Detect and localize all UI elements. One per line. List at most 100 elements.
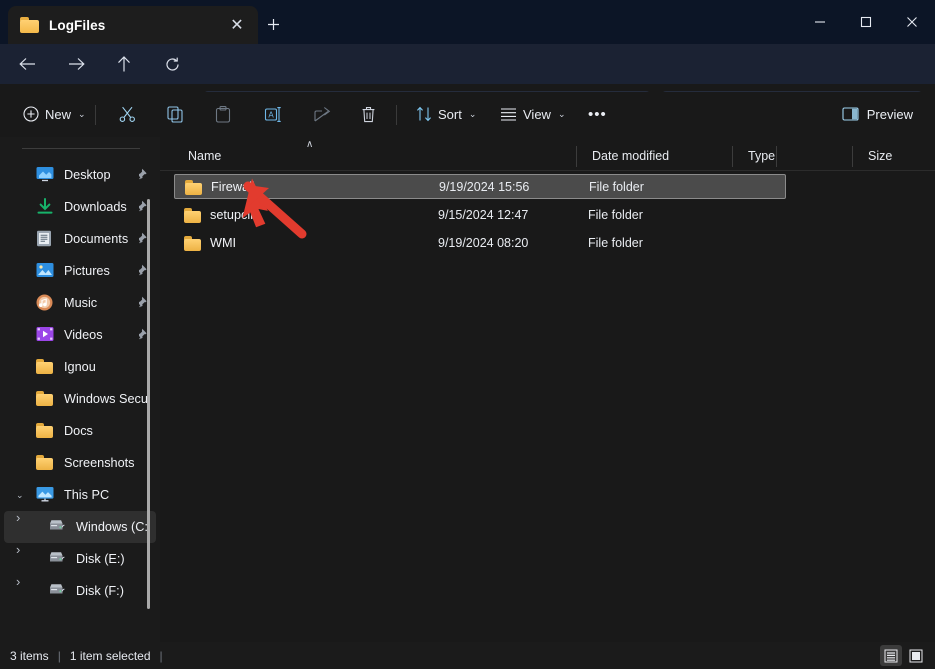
- delete-button[interactable]: [354, 98, 383, 130]
- details-view-toggle[interactable]: [880, 645, 902, 666]
- sidebar-item-label: Downloads: [64, 200, 139, 214]
- paste-button[interactable]: [208, 98, 238, 130]
- large-icons-view-toggle[interactable]: [905, 645, 927, 666]
- close-icon: [906, 16, 918, 28]
- view-button[interactable]: View ⌄: [493, 98, 573, 130]
- column-header-name[interactable]: Name: [176, 142, 221, 170]
- file-name: Firewall: [211, 180, 255, 194]
- rename-button[interactable]: A: [256, 98, 290, 130]
- tab-logfiles[interactable]: LogFiles ✕: [8, 6, 258, 44]
- sidebar-item-docs[interactable]: Docs: [4, 415, 156, 447]
- toolbar-divider-1: [95, 105, 96, 125]
- new-button[interactable]: New ⌄: [16, 98, 93, 130]
- download-icon: [36, 198, 56, 216]
- folder-icon: [184, 207, 201, 223]
- sidebar-item-disk-e[interactable]: › Disk (E:): [4, 543, 156, 575]
- file-type: File folder: [588, 236, 643, 250]
- column-divider[interactable]: [852, 146, 853, 167]
- pictures-icon: [36, 262, 56, 280]
- column-header-type[interactable]: Type: [736, 142, 775, 170]
- back-button[interactable]: [14, 51, 40, 77]
- table-row[interactable]: setupcln9/15/2024 12:47File folder: [174, 202, 786, 227]
- sidebar-item-screenshots[interactable]: Screenshots: [4, 447, 156, 479]
- paste-icon: [215, 106, 231, 123]
- table-row[interactable]: Firewall9/19/2024 15:56File folder: [174, 174, 786, 199]
- status-divider: |: [49, 649, 70, 663]
- chevron-down-icon: ⌄: [78, 109, 86, 120]
- close-tab-icon[interactable]: ✕: [224, 12, 250, 38]
- chevron-right-icon[interactable]: ›: [16, 510, 20, 525]
- view-icon: [500, 107, 517, 121]
- document-icon: [36, 230, 56, 248]
- chevron-down-icon[interactable]: ⌄: [16, 490, 24, 501]
- header-underline: [160, 170, 935, 171]
- column-header-label: Date modified: [592, 149, 669, 163]
- details-view-icon: [884, 649, 898, 663]
- chevron-down-icon: ⌄: [469, 109, 477, 120]
- column-header-size[interactable]: Size: [856, 142, 892, 170]
- sidebar-item-pictures[interactable]: Pictures: [4, 255, 156, 287]
- file-date-modified: 9/19/2024 15:56: [439, 180, 529, 194]
- file-type: File folder: [588, 208, 643, 222]
- preview-button[interactable]: Preview: [834, 98, 921, 130]
- title-bar: LogFiles ✕: [0, 0, 935, 44]
- refresh-button[interactable]: [159, 51, 185, 77]
- share-button[interactable]: [306, 98, 338, 130]
- sidebar-item-downloads[interactable]: Downloads: [4, 191, 156, 223]
- sidebar-item-label: Windows Securi: [64, 392, 150, 406]
- folder-icon: [36, 390, 56, 408]
- preview-pane-icon: [842, 107, 859, 121]
- close-button[interactable]: [889, 0, 935, 44]
- chevron-right-icon[interactable]: ›: [16, 574, 20, 589]
- sidebar-item-label: Windows (C:): [76, 520, 150, 534]
- sidebar-item-windows-securi[interactable]: Windows Securi: [4, 383, 156, 415]
- tab-title: LogFiles: [49, 18, 224, 33]
- column-header-label: Type: [748, 149, 775, 163]
- sidebar-item-music[interactable]: Music: [4, 287, 156, 319]
- folder-icon: [20, 17, 39, 33]
- svg-text:A: A: [268, 110, 274, 119]
- sidebar-item-label: Videos: [64, 328, 139, 342]
- sidebar-item-documents[interactable]: Documents: [4, 223, 156, 255]
- forward-button[interactable]: [63, 51, 89, 77]
- arrow-up-icon: [117, 56, 131, 72]
- music-icon: [36, 294, 56, 312]
- column-header-label: Size: [868, 149, 892, 163]
- up-button[interactable]: [111, 51, 137, 77]
- scissors-icon: [119, 106, 136, 123]
- maximize-button[interactable]: [843, 0, 889, 44]
- folder-icon: [184, 235, 201, 251]
- command-bar: New ⌄ A: [0, 92, 935, 137]
- minimize-button[interactable]: [797, 0, 843, 44]
- trash-icon: [361, 106, 376, 123]
- sort-button[interactable]: Sort ⌄: [409, 98, 483, 130]
- sidebar-item-label: Disk (E:): [76, 552, 150, 566]
- column-header-date-modified[interactable]: Date modified: [580, 142, 669, 170]
- sidebar-item-desktop[interactable]: Desktop: [4, 159, 156, 191]
- more-options-button[interactable]: •••: [581, 98, 614, 130]
- column-divider[interactable]: [732, 146, 733, 167]
- cut-button[interactable]: [112, 98, 143, 130]
- chevron-right-icon[interactable]: ›: [16, 542, 20, 557]
- refresh-icon: [165, 57, 180, 72]
- drive-icon: [48, 518, 68, 536]
- column-divider[interactable]: [576, 146, 577, 167]
- sidebar-item-disk-f[interactable]: ›Disk (F:): [4, 575, 156, 607]
- folder-icon: [36, 358, 56, 376]
- sidebar-item-windows-c[interactable]: › Windows (C:): [4, 511, 156, 543]
- rename-icon: A: [263, 106, 283, 123]
- status-divider-2: |: [151, 649, 172, 663]
- sidebar-item-videos[interactable]: Videos: [4, 319, 156, 351]
- sidebar-scrollbar[interactable]: [147, 199, 150, 609]
- pin-icon[interactable]: [139, 168, 150, 183]
- copy-button[interactable]: [160, 98, 191, 130]
- new-tab-button[interactable]: [258, 10, 288, 38]
- column-divider[interactable]: [776, 146, 777, 167]
- sidebar-item-ignou[interactable]: Ignou: [4, 351, 156, 383]
- sort-icon: [416, 106, 432, 122]
- file-name-cell: setupcln: [184, 207, 257, 223]
- sidebar-item-label: Documents: [64, 232, 139, 246]
- sidebar-item-label: Pictures: [64, 264, 139, 278]
- table-row[interactable]: WMI9/19/2024 08:20File folder: [174, 230, 786, 255]
- sidebar-item-this-pc[interactable]: ⌄This PC: [4, 479, 156, 511]
